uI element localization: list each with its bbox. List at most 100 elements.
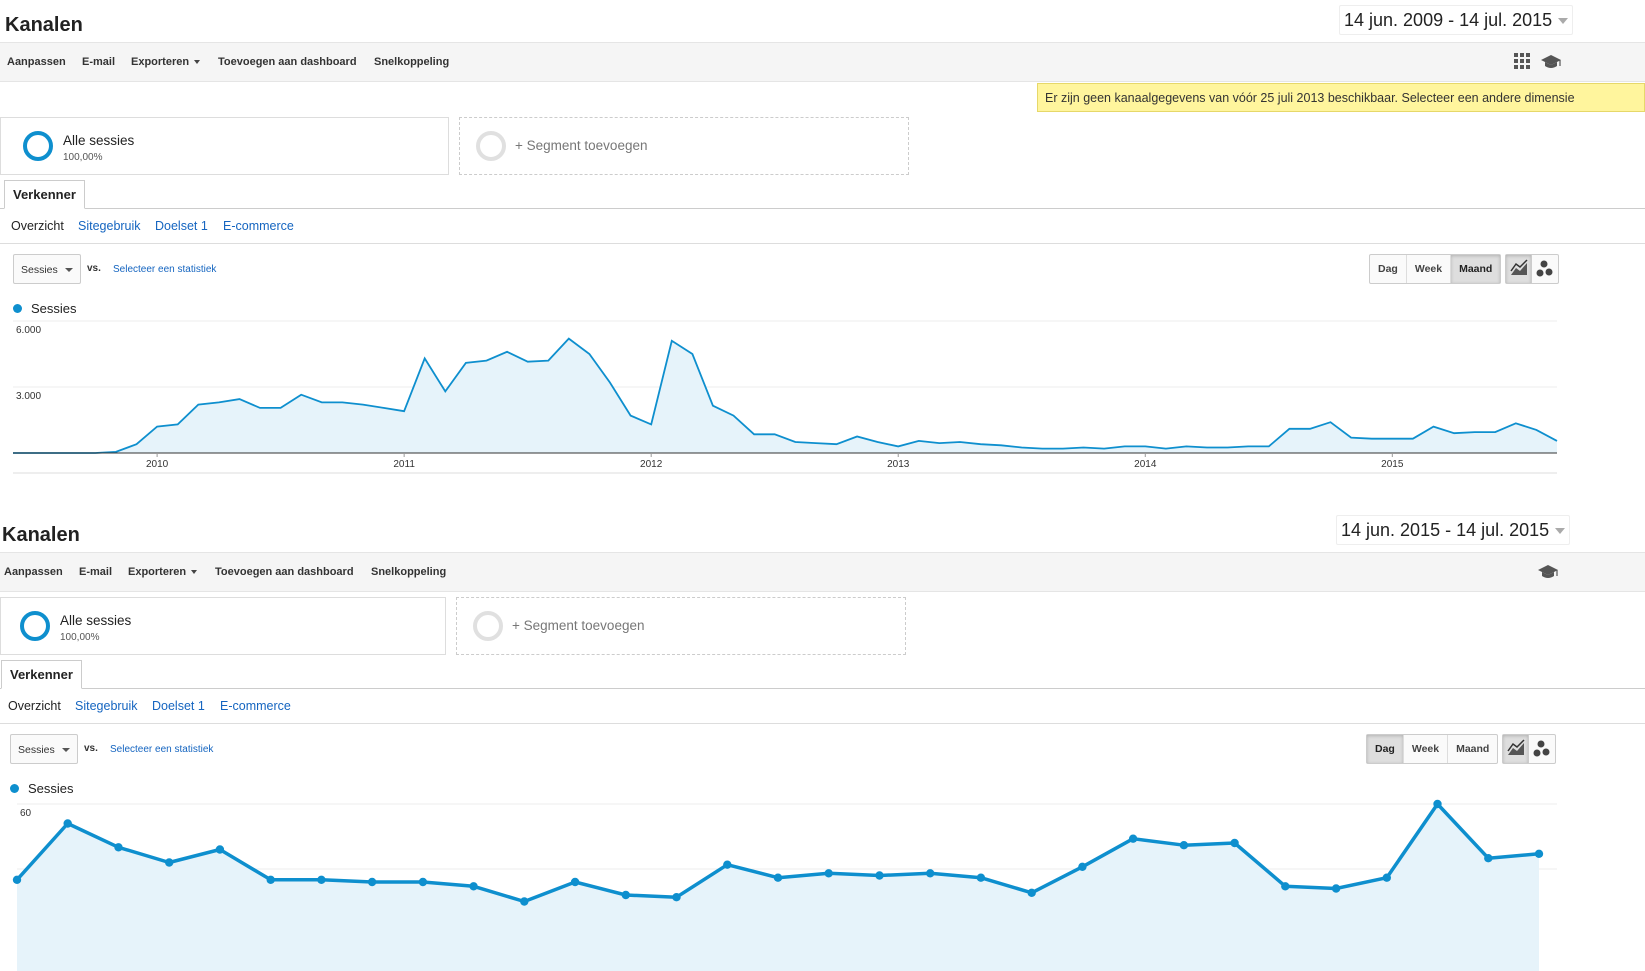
export-button[interactable]: Exporteren	[128, 566, 198, 578]
email-button[interactable]: E-mail	[82, 56, 115, 68]
empty-ring-icon	[473, 611, 503, 641]
data-point	[1027, 888, 1036, 897]
export-button[interactable]: Exporteren	[131, 56, 201, 68]
x-tick-label: 2010	[146, 459, 169, 470]
subtab-ecommerce[interactable]: E-commerce	[223, 219, 294, 233]
subtab-row: Overzicht Sitegebruik Doelset 1 E-commer…	[0, 689, 1645, 724]
report-panel-alltime: Kanalen 14 jun. 2009 - 14 jul. 2015 Aanp…	[0, 0, 1645, 500]
data-point	[418, 877, 428, 887]
month-button[interactable]: Maand	[1448, 735, 1497, 763]
chart-type-buttons	[1502, 734, 1556, 764]
data-point	[1179, 841, 1189, 850]
graduation-cap-icon[interactable]	[1540, 54, 1562, 70]
motion-chart-button[interactable]	[1532, 255, 1558, 283]
email-button[interactable]: E-mail	[79, 566, 112, 578]
add-to-dashboard-button[interactable]: Toevoegen aan dashboard	[218, 56, 357, 68]
data-point	[114, 843, 123, 852]
add-to-dashboard-button[interactable]: Toevoegen aan dashboard	[215, 566, 354, 578]
sessions-chart-month[interactable]: 3060	[0, 790, 1645, 971]
date-range-picker[interactable]: 14 jun. 2015 - 14 jul. 2015	[1336, 515, 1571, 545]
subtab-overview[interactable]: Overzicht	[8, 699, 61, 713]
segment-label: Alle sessies	[60, 613, 132, 628]
caret-down-icon	[65, 268, 73, 272]
page-title: Kanalen	[5, 14, 83, 36]
report-toolbar: Aanpassen E-mail Exporteren Toevoegen aa…	[0, 42, 1645, 82]
metric-select[interactable]: Sessies	[13, 254, 81, 284]
x-tick-label: 2015	[1381, 459, 1404, 470]
graduation-cap-icon[interactable]	[1537, 564, 1559, 580]
segment-percentage: 100,00%	[63, 152, 103, 163]
report-panel-month: Kanalen 14 jun. 2015 - 14 jul. 2015 Aanp…	[0, 510, 1645, 971]
data-point	[63, 819, 72, 828]
vs-label: vs.	[87, 263, 101, 274]
granularity-buttons: Dag Week Maand	[1369, 254, 1502, 284]
shortcut-button[interactable]: Snelkoppeling	[374, 56, 449, 68]
week-button[interactable]: Week	[1404, 735, 1449, 763]
page-title: Kanalen	[2, 524, 80, 546]
week-button[interactable]: Week	[1407, 255, 1452, 283]
customize-button[interactable]: Aanpassen	[4, 566, 63, 578]
data-point	[1484, 854, 1493, 863]
metric-select-value: Sessies	[18, 744, 55, 756]
line-chart-icon	[1510, 259, 1528, 275]
grid-icon[interactable]	[1514, 53, 1532, 71]
select-metric-link[interactable]: Selecteer een statistiek	[113, 264, 216, 275]
data-point	[367, 877, 377, 887]
motion-chart-button[interactable]	[1529, 735, 1555, 763]
data-point	[520, 897, 529, 906]
y-tick-label: 60	[20, 808, 32, 819]
sessions-chart-alltime[interactable]: 3.000 6.000 2010 2011 2012 2013 2014 2015	[0, 310, 1645, 480]
day-button[interactable]: Dag	[1367, 735, 1404, 763]
select-metric-link[interactable]: Selecteer een statistiek	[110, 744, 213, 755]
add-segment-label: + Segment toevoegen	[512, 618, 645, 633]
x-tick-label: 2014	[1134, 459, 1157, 470]
data-point	[1433, 799, 1442, 809]
tab-row: Verkenner	[0, 660, 1645, 689]
data-point	[723, 860, 732, 869]
segment-ring-icon	[23, 131, 53, 161]
tab-explorer[interactable]: Verkenner	[1, 660, 82, 689]
data-point	[12, 875, 22, 884]
empty-ring-icon	[476, 131, 506, 161]
month-button[interactable]: Maand	[1451, 255, 1501, 283]
segment-all-sessions[interactable]: Alle sessies 100,00%	[0, 597, 446, 655]
data-point	[1534, 849, 1544, 858]
export-label: Exporteren	[131, 56, 190, 68]
line-chart-button[interactable]	[1506, 255, 1532, 283]
chart-type-buttons	[1505, 254, 1559, 284]
add-segment-button[interactable]: + Segment toevoegen	[456, 597, 906, 655]
export-label: Exporteren	[128, 566, 187, 578]
data-point	[469, 882, 478, 891]
data-point	[1382, 873, 1392, 882]
subtab-goal-set-1[interactable]: Doelset 1	[155, 219, 208, 233]
granularity-buttons: Dag Week Maand	[1366, 734, 1499, 764]
line-chart-button[interactable]	[1503, 735, 1529, 763]
data-point	[672, 893, 681, 902]
date-range-picker[interactable]: 14 jun. 2009 - 14 jul. 2015	[1339, 5, 1574, 35]
day-button[interactable]: Dag	[1370, 255, 1407, 283]
series-area	[13, 338, 1557, 453]
x-tick-label: 2012	[640, 459, 663, 470]
y-tick-label: 6.000	[16, 325, 41, 336]
caret-down-icon	[194, 60, 201, 65]
subtab-ecommerce[interactable]: E-commerce	[220, 699, 291, 713]
add-segment-label: + Segment toevoegen	[515, 138, 648, 153]
add-segment-button[interactable]: + Segment toevoegen	[459, 117, 909, 175]
date-range-label: 14 jun. 2009 - 14 jul. 2015	[1344, 10, 1553, 30]
x-tick-label: 2013	[887, 459, 910, 470]
subtab-site-usage[interactable]: Sitegebruik	[78, 219, 141, 233]
subtab-site-usage[interactable]: Sitegebruik	[75, 699, 138, 713]
y-tick-label: 3.000	[16, 391, 41, 402]
subtab-overview[interactable]: Overzicht	[11, 219, 64, 233]
segment-all-sessions[interactable]: Alle sessies 100,00%	[0, 117, 449, 175]
customize-button[interactable]: Aanpassen	[7, 56, 66, 68]
tab-explorer[interactable]: Verkenner	[4, 180, 85, 209]
chevron-down-icon	[1558, 18, 1569, 24]
date-range-label: 14 jun. 2015 - 14 jul. 2015	[1341, 520, 1550, 540]
metric-select[interactable]: Sessies	[10, 734, 78, 764]
data-point	[1230, 838, 1239, 848]
shortcut-button[interactable]: Snelkoppeling	[371, 566, 446, 578]
subtab-goal-set-1[interactable]: Doelset 1	[152, 699, 205, 713]
metric-select-value: Sessies	[21, 264, 58, 276]
data-point	[215, 845, 225, 854]
